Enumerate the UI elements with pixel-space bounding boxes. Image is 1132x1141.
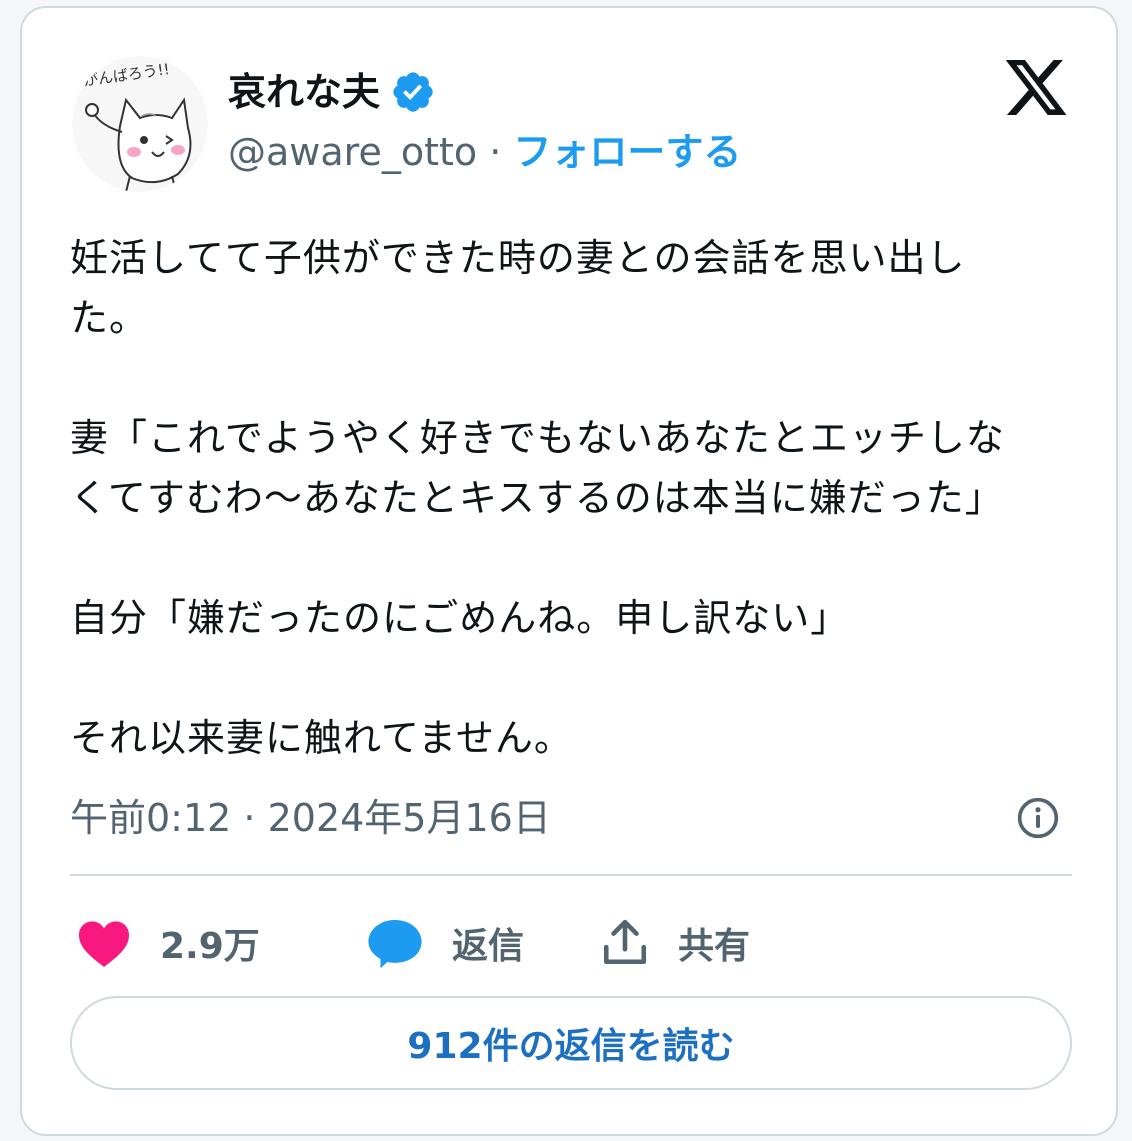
user-handle[interactable]: @aware_otto [228,130,477,174]
follow-link[interactable]: フォローする [513,130,741,174]
action-bar: 2.9万 返信 共有 [70,908,1080,978]
avatar-caption: がんばろう!! [82,60,171,90]
tweet-timestamp[interactable]: 午前0:12 · 2024年5月16日 [70,792,551,844]
display-name-row[interactable]: 哀れな夫 [228,66,436,118]
heart-icon [79,921,129,967]
x-logo-icon[interactable] [1002,60,1070,122]
divider [70,874,1072,876]
reply-button[interactable]: 返信 [366,908,524,978]
info-icon[interactable] [1016,796,1060,840]
tweet-date[interactable]: 2024年5月16日 [268,796,551,840]
tweet-text: 妊活してて子供ができた時の妻との会話を思い出し た。 妻「これでようやく好きでも… [70,236,1005,760]
cat-avatar-image: がんばろう!! [82,60,192,192]
share-button[interactable]: 共有 [600,908,750,978]
share-label: 共有 [678,926,751,967]
tweet-time[interactable]: 午前0:12 [70,796,231,840]
handle-row: @aware_otto · フォローする [228,126,741,178]
avatar[interactable]: がんばろう!! [72,56,208,192]
like-button[interactable]: 2.9万 [76,908,260,978]
tweet-card: がんばろう!! 哀れな夫 @aware_otto · フォローする 妊活してて子… [20,6,1118,1136]
share-icon [603,919,647,965]
reply-bubble-icon [368,920,422,969]
handle-separator: · [477,130,514,174]
like-count: 2.9万 [160,926,260,967]
read-replies-button[interactable]: 912件の返信を読む [70,996,1072,1090]
display-name[interactable]: 哀れな夫 [228,66,380,118]
reply-label: 返信 [452,926,525,967]
meta-separator: · [231,796,268,840]
verified-badge-icon [393,72,433,112]
